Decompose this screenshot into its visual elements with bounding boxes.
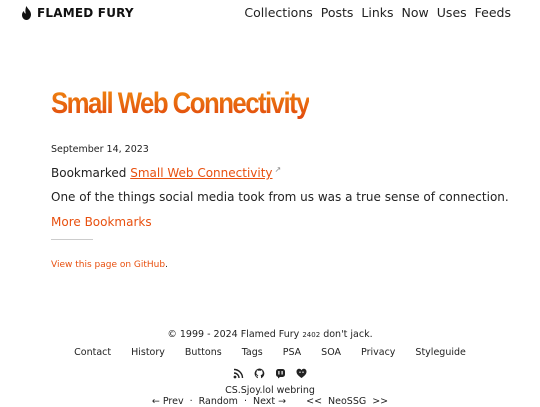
github-suffix: . bbox=[165, 260, 168, 270]
post-description: One of the things social media took from… bbox=[51, 190, 509, 204]
main-nav: Collections Posts Links Now Uses Feeds bbox=[244, 5, 511, 20]
neossg-link[interactable]: NeoSSG bbox=[328, 396, 366, 407]
github-icon[interactable] bbox=[254, 368, 265, 379]
bookmarked-label: Bookmarked bbox=[51, 166, 127, 180]
rss-icon[interactable] bbox=[233, 368, 244, 379]
nav-uses[interactable]: Uses bbox=[437, 5, 467, 20]
site-header: FLAMED FURY Collections Posts Links Now … bbox=[0, 0, 540, 28]
post-date: September 14, 2023 bbox=[51, 144, 149, 155]
ring-separator: · bbox=[243, 396, 247, 407]
author-link[interactable]: Flamed Fury 2402 bbox=[241, 329, 320, 340]
nav-feeds[interactable]: Feeds bbox=[475, 5, 511, 20]
footer-link-tags[interactable]: Tags bbox=[242, 347, 263, 358]
ring-separator: · bbox=[189, 396, 193, 407]
nav-now[interactable]: Now bbox=[402, 5, 429, 20]
webring-label: webring bbox=[276, 385, 315, 396]
site-name: FLAMED FURY bbox=[37, 6, 134, 20]
footer-link-contact[interactable]: Contact bbox=[74, 347, 111, 358]
nav-links[interactable]: Links bbox=[361, 5, 393, 20]
bookmark-link[interactable]: Small Web Connectivity bbox=[130, 166, 272, 180]
footer-link-styleguide[interactable]: Styleguide bbox=[415, 347, 465, 358]
mastodon-icon[interactable] bbox=[275, 368, 286, 379]
nav-collections[interactable]: Collections bbox=[244, 5, 312, 20]
github-line: View this page on GitHub. bbox=[51, 260, 168, 270]
more-bookmarks-link[interactable]: More Bookmarks bbox=[51, 215, 152, 229]
neossg-next[interactable]: >> bbox=[372, 396, 388, 407]
flame-icon bbox=[22, 6, 31, 20]
view-on-github-link[interactable]: View this page on GitHub bbox=[51, 260, 165, 270]
footer-link-history[interactable]: History bbox=[131, 347, 165, 358]
bookmark-line: Bookmarked Small Web Connectivity ↗ bbox=[51, 165, 281, 180]
footer-links: Contact History Buttons Tags PSA SOA Pri… bbox=[0, 347, 540, 358]
webring-link[interactable]: CS.Sjoy.lol bbox=[225, 385, 274, 396]
webring-line: CS.Sjoy.lol webring bbox=[0, 385, 540, 396]
ring-spacer bbox=[292, 396, 300, 407]
webring-random[interactable]: Random bbox=[199, 396, 238, 407]
footer-link-privacy[interactable]: Privacy bbox=[361, 347, 395, 358]
neossg-prev[interactable]: << bbox=[306, 396, 322, 407]
tagline: don't jack. bbox=[323, 329, 373, 340]
footer-link-psa[interactable]: PSA bbox=[283, 347, 301, 358]
heart-icon[interactable] bbox=[296, 368, 307, 379]
webring-nav: ← Prev · Random · Next → << NeoSSG >> bbox=[0, 396, 540, 407]
author-sub: 2402 bbox=[302, 331, 321, 339]
copyright-text: © 1999 - 2024 bbox=[167, 329, 238, 340]
external-link-icon: ↗ bbox=[274, 165, 282, 174]
divider bbox=[51, 239, 93, 240]
page-title: Small Web Connectivity bbox=[51, 87, 310, 120]
footer-link-soa[interactable]: SOA bbox=[321, 347, 341, 358]
social-icons bbox=[0, 368, 540, 379]
webring-prev[interactable]: ← Prev bbox=[152, 396, 184, 407]
webring-next[interactable]: Next → bbox=[253, 396, 286, 407]
nav-posts[interactable]: Posts bbox=[321, 5, 354, 20]
copyright-line: © 1999 - 2024 Flamed Fury 2402 don't jac… bbox=[0, 329, 540, 340]
footer-link-buttons[interactable]: Buttons bbox=[185, 347, 222, 358]
author-name: Flamed Fury bbox=[240, 329, 300, 340]
site-logo[interactable]: FLAMED FURY bbox=[20, 6, 134, 20]
